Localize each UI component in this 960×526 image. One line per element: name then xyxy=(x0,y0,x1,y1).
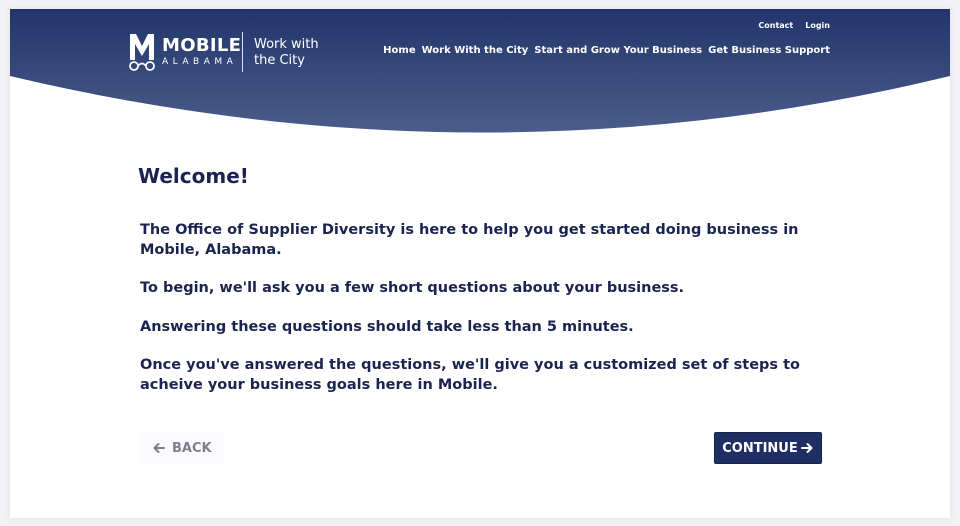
back-button-label: BACK xyxy=(172,440,212,456)
page-title: Welcome! xyxy=(138,164,249,188)
intro-text: The Office of Supplier Diversity is here… xyxy=(140,221,820,414)
mobile-logo-icon xyxy=(129,34,155,71)
page-frame: MOBILE ALABAMA Work with the City Contac… xyxy=(10,9,950,518)
logo-main-text: MOBILE xyxy=(162,35,242,56)
intro-paragraph: The Office of Supplier Diversity is here… xyxy=(140,222,799,258)
back-button[interactable]: BACK xyxy=(140,432,224,464)
intro-paragraph: To begin, we'll ask you a few short ques… xyxy=(140,280,685,296)
nav-item-start-and-grow[interactable]: Start and Grow Your Business xyxy=(534,45,702,56)
logo-divider xyxy=(242,32,243,72)
continue-button[interactable]: CONTINUE xyxy=(714,432,822,464)
intro-paragraph: Once you've answered the questions, we'l… xyxy=(140,357,800,393)
logo-sub-text: ALABAMA xyxy=(162,57,238,67)
nav-item-get-business-support[interactable]: Get Business Support xyxy=(708,45,830,56)
continue-button-label: CONTINUE xyxy=(722,440,798,456)
contact-link[interactable]: Contact xyxy=(758,21,793,30)
login-link[interactable]: Login xyxy=(805,21,830,30)
arrow-left-icon xyxy=(153,443,165,453)
site-logo[interactable]: MOBILE ALABAMA xyxy=(128,32,241,72)
utility-nav: Contact Login xyxy=(758,21,830,30)
arrow-right-icon xyxy=(800,443,813,453)
nav-item-home[interactable]: Home xyxy=(383,45,415,56)
main-nav: Home Work With the City Start and Grow Y… xyxy=(383,45,830,56)
section-title: Work with the City xyxy=(254,37,319,68)
intro-paragraph: Answering these questions should take le… xyxy=(140,318,634,335)
nav-item-work-with-the-city[interactable]: Work With the City xyxy=(422,45,529,56)
logo-wordmark: MOBILE ALABAMA xyxy=(162,36,241,68)
